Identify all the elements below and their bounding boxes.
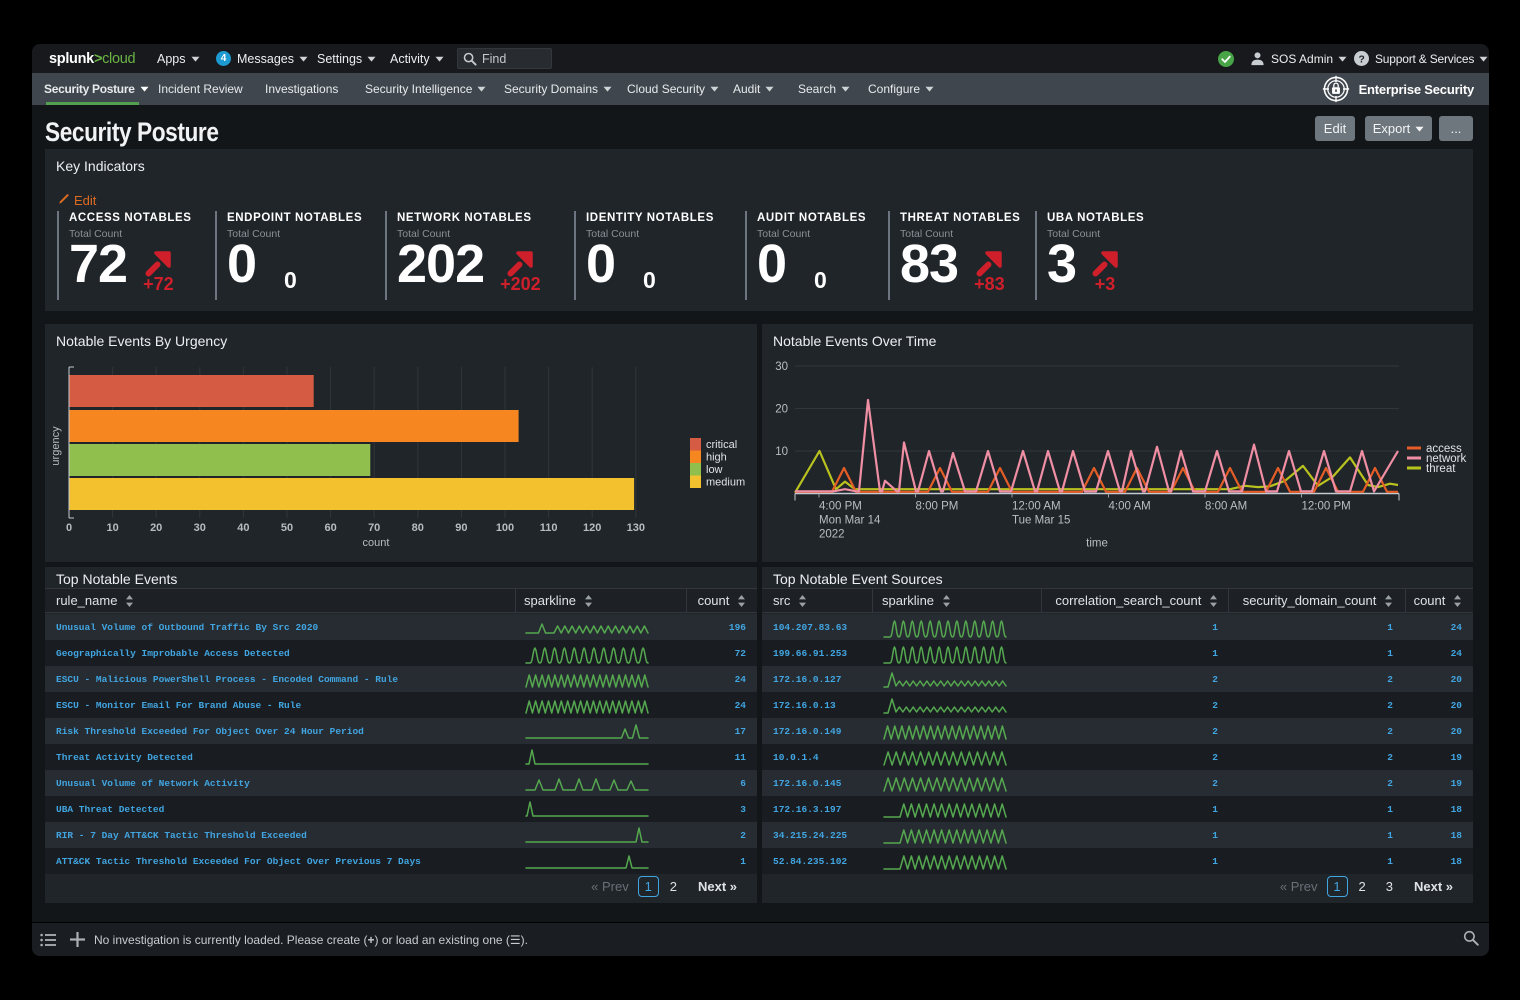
svg-text:8:00 AM: 8:00 AM: [1205, 501, 1247, 513]
svg-text:20: 20: [775, 404, 788, 416]
svg-text:medium: medium: [706, 477, 745, 489]
svg-text:110: 110: [540, 522, 558, 534]
svg-text:low: low: [706, 464, 723, 476]
svg-text:12:00 PM: 12:00 PM: [1302, 501, 1351, 513]
svg-text:70: 70: [368, 522, 380, 534]
svg-text:90: 90: [455, 522, 467, 534]
svg-text:12:00 AM: 12:00 AM: [1012, 501, 1061, 513]
svg-text:40: 40: [237, 522, 249, 534]
svg-text:count: count: [363, 537, 390, 549]
svg-text:10: 10: [775, 446, 788, 458]
svg-text:?: ?: [1358, 54, 1364, 65]
svg-text:2022: 2022: [819, 529, 845, 541]
svg-text:10: 10: [106, 522, 118, 534]
svg-text:4:00 PM: 4:00 PM: [819, 501, 862, 513]
svg-text:20: 20: [150, 522, 162, 534]
svg-text:urgency: urgency: [50, 426, 62, 466]
svg-text:critical: critical: [706, 439, 737, 451]
svg-text:threat: threat: [1426, 463, 1456, 475]
svg-text:high: high: [706, 452, 727, 464]
svg-text:time: time: [1086, 538, 1108, 550]
svg-text:130: 130: [627, 522, 645, 534]
svg-text:8:00 PM: 8:00 PM: [916, 501, 959, 513]
svg-text:100: 100: [496, 522, 514, 534]
svg-text:30: 30: [775, 361, 788, 373]
svg-text:50: 50: [281, 522, 293, 534]
svg-text:120: 120: [583, 522, 601, 534]
svg-text:80: 80: [412, 522, 424, 534]
svg-text:60: 60: [324, 522, 336, 534]
svg-text:0: 0: [66, 522, 72, 534]
svg-text:Tue Mar 15: Tue Mar 15: [1012, 515, 1070, 527]
svg-text:30: 30: [194, 522, 206, 534]
svg-text:4:00 AM: 4:00 AM: [1109, 501, 1151, 513]
svg-text:Mon Mar 14: Mon Mar 14: [819, 515, 881, 527]
